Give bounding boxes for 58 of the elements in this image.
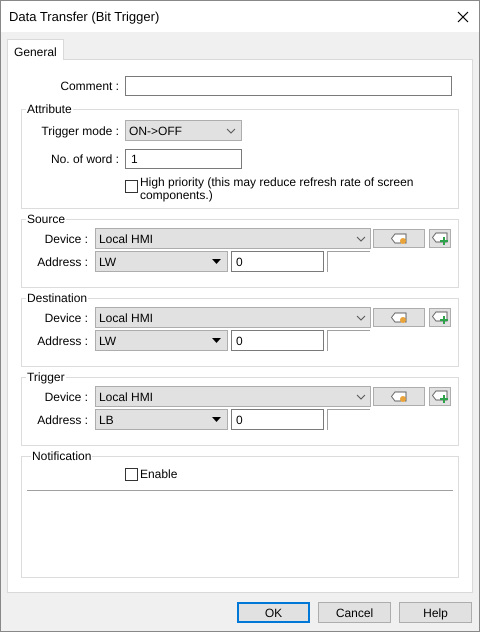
add-tag-button[interactable] bbox=[429, 308, 451, 327]
add-tag-button[interactable] bbox=[429, 229, 451, 248]
chevron-icon bbox=[356, 394, 366, 400]
address-preview-field bbox=[327, 251, 370, 272]
field-label: Address : bbox=[36, 332, 89, 350]
group-title: Trigger bbox=[26, 370, 66, 384]
comment-field[interactable] bbox=[125, 76, 452, 96]
device-dropdown[interactable]: Local HMI bbox=[95, 228, 371, 249]
checkbox-label: High priority (this may reduce refresh rate of screen components.) bbox=[140, 176, 414, 202]
group-title: Source bbox=[26, 212, 66, 226]
dropdown-arrow-icon bbox=[212, 417, 221, 422]
chevron-icon bbox=[356, 236, 366, 242]
address-type-dropdown[interactable]: LW bbox=[95, 330, 228, 351]
field-label: Comment : bbox=[59, 78, 119, 95]
checkbox-label: Enable bbox=[140, 466, 178, 483]
add-tag-icon bbox=[432, 232, 448, 245]
field-label: Address : bbox=[36, 412, 89, 428]
field-label: Device : bbox=[44, 230, 89, 248]
field-label: Address : bbox=[36, 254, 89, 270]
address-field[interactable]: 0 bbox=[231, 251, 324, 272]
dropdown-arrow-icon bbox=[212, 259, 221, 264]
checkbox[interactable] bbox=[125, 180, 138, 193]
tag-settings-button[interactable] bbox=[373, 308, 425, 327]
dialog-button[interactable]: OK bbox=[237, 602, 310, 623]
address-type-dropdown[interactable]: LB bbox=[95, 409, 228, 430]
group-title: Attribute bbox=[26, 102, 73, 116]
device-dropdown[interactable]: Local HMI bbox=[95, 307, 371, 328]
field-label: Trigger mode : bbox=[40, 122, 119, 140]
tag-icon bbox=[391, 232, 407, 244]
field-label: No. of word : bbox=[50, 151, 119, 168]
group-title: Destination bbox=[26, 291, 88, 305]
tag-icon bbox=[391, 312, 407, 324]
add-tag-button[interactable] bbox=[429, 387, 451, 406]
close-icon[interactable] bbox=[457, 10, 469, 22]
dialog-button[interactable]: Cancel bbox=[318, 602, 391, 623]
add-tag-icon bbox=[432, 311, 448, 324]
address-field[interactable]: 0 bbox=[231, 330, 324, 351]
trigger-mode-dropdown[interactable]: ON->OFF bbox=[125, 120, 242, 141]
tag-settings-button[interactable] bbox=[373, 229, 425, 248]
dropdown-arrow-icon bbox=[212, 338, 221, 343]
field-label: Device : bbox=[44, 388, 89, 406]
tag-settings-button[interactable] bbox=[373, 387, 425, 406]
address-preview-field bbox=[327, 330, 370, 351]
add-tag-icon bbox=[432, 390, 448, 403]
checkbox[interactable] bbox=[125, 468, 138, 480]
chevron-icon bbox=[226, 128, 236, 134]
word-count-field[interactable]: 1 bbox=[125, 149, 242, 169]
tag-icon bbox=[391, 390, 407, 402]
address-preview-field bbox=[327, 409, 370, 430]
device-dropdown[interactable]: Local HMI bbox=[95, 386, 371, 407]
address-type-dropdown[interactable]: LW bbox=[95, 251, 228, 272]
dialog-button[interactable]: Help bbox=[399, 602, 472, 623]
tab[interactable]: General bbox=[7, 39, 64, 60]
field-label: Device : bbox=[44, 310, 89, 326]
address-field[interactable]: 0 bbox=[231, 409, 324, 430]
group-title: Notification bbox=[31, 449, 92, 463]
window-title: Data Transfer (Bit Trigger) bbox=[9, 8, 160, 26]
chevron-icon bbox=[356, 314, 366, 320]
